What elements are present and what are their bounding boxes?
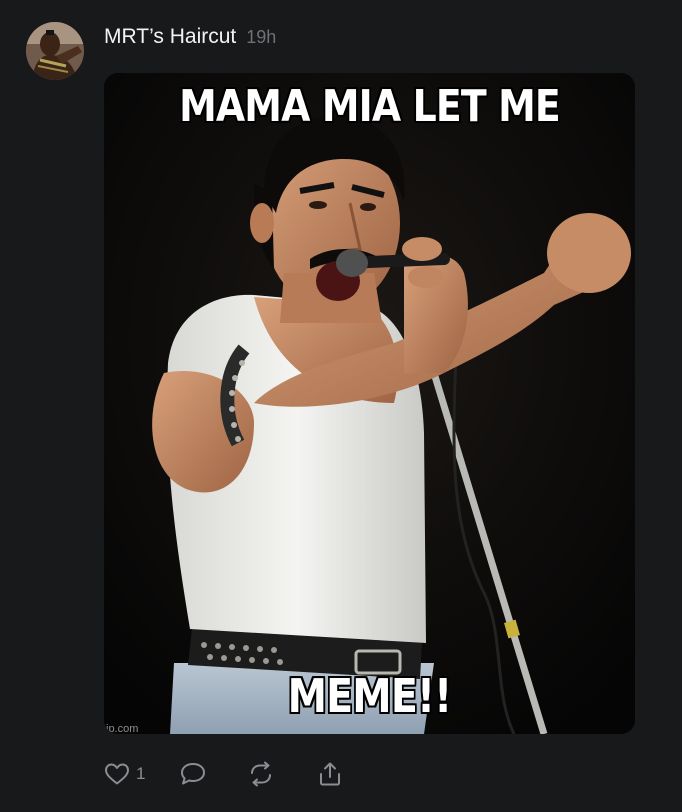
heart-icon: [104, 762, 130, 786]
post: MRT’s Haircut 19h MAMA MIA LET ME MEME!!…: [0, 0, 682, 812]
post-header: MRT’s Haircut 19h: [104, 25, 276, 49]
like-count: 1: [136, 764, 146, 783]
post-image[interactable]: MAMA MIA LET ME MEME!! ip.com: [104, 73, 635, 734]
meme-photo: [104, 73, 635, 734]
author-avatar[interactable]: [26, 22, 84, 80]
share-icon: [317, 761, 343, 787]
meme-top-caption: MAMA MIA LET ME: [179, 81, 561, 132]
like-button[interactable]: 1: [104, 762, 145, 786]
reply-button[interactable]: [179, 761, 207, 787]
post-actions: 1: [104, 756, 343, 792]
image-watermark: ip.com: [106, 723, 139, 734]
post-timestamp[interactable]: 19h: [246, 27, 276, 48]
author-name[interactable]: MRT’s Haircut: [104, 25, 236, 49]
repost-icon: [247, 761, 275, 787]
comment-icon: [179, 761, 207, 787]
meme-bottom-caption: MEME!!: [287, 669, 453, 723]
share-button[interactable]: [317, 761, 343, 787]
repost-button[interactable]: [247, 761, 275, 787]
